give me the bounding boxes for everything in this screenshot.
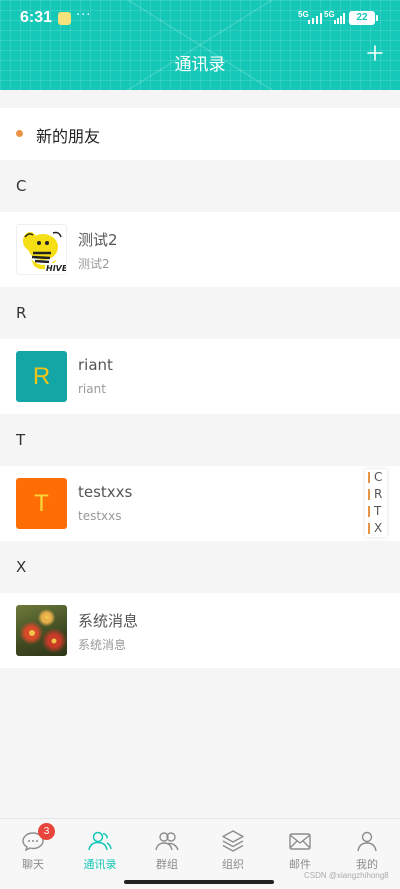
status-time: 6:31 (20, 9, 53, 26)
index-letter-r[interactable]: R (365, 486, 387, 503)
page-title: 通讯录 (174, 55, 226, 75)
tab-label: 我的 (356, 858, 378, 871)
contact-subtitle: riant (78, 382, 106, 396)
contact-list: 新的朋友 C HIVE 测试2 测试2 R R riant riant T T … (0, 108, 400, 668)
tab-profile[interactable]: 我的 (334, 829, 400, 872)
tab-label: 组织 (222, 858, 244, 871)
letter-avatar: R (16, 351, 67, 402)
app-notification-icon (58, 12, 71, 25)
svg-text:HIVE: HIVE (46, 264, 67, 273)
tab-chat[interactable]: 聊天 3 (0, 823, 66, 872)
status-bar: 6:31 ··· 5G 5G 22 (0, 0, 400, 36)
contact-name: riant (78, 356, 113, 374)
contact-item[interactable]: 系统消息 系统消息 (0, 593, 400, 668)
app-header: 6:31 ··· 5G 5G 22 通讯录 (0, 0, 400, 90)
letter-avatar: T (16, 478, 67, 529)
flower-photo-image (29, 615, 57, 644)
signal-icon (308, 13, 322, 24)
section-header-x: X (0, 541, 400, 593)
unread-badge: 3 (38, 823, 55, 840)
group-icon (155, 832, 179, 851)
home-indicator[interactable] (124, 880, 274, 884)
tab-contacts[interactable]: 通讯录 (67, 829, 133, 872)
index-letter-c[interactable]: C (365, 469, 387, 486)
battery-indicator: 22 (349, 11, 378, 25)
contact-item[interactable]: T testxxs testxxs (0, 466, 400, 541)
contact-name: testxxs (78, 483, 133, 501)
hive-logo-image: HIVE (23, 231, 67, 273)
contact-item[interactable]: HIVE 测试2 测试2 (0, 212, 400, 287)
profile-icon (357, 831, 377, 852)
index-letter-t[interactable]: T (365, 503, 387, 520)
plus-icon (367, 45, 383, 61)
mail-icon (289, 833, 311, 850)
section-header-c: C (0, 160, 400, 212)
signal-icon-2 (334, 13, 346, 24)
tab-mail[interactable]: 邮件 (267, 829, 333, 872)
new-friends-dot-icon (16, 130, 23, 137)
layers-icon (222, 830, 244, 852)
tab-label: 通讯录 (83, 858, 117, 871)
tab-label: 群组 (156, 858, 178, 871)
tab-organization[interactable]: 组织 (200, 829, 266, 872)
more-notifications-icon: ··· (76, 8, 92, 23)
flower-photo-avatar (16, 605, 67, 656)
alphabet-index-bar: C R T X (365, 469, 387, 537)
section-header-r: R (0, 287, 400, 339)
contact-subtitle: 系统消息 (78, 638, 127, 652)
index-letter-x[interactable]: X (365, 520, 387, 537)
add-contact-button[interactable] (362, 40, 388, 66)
new-friends-item[interactable]: 新的朋友 (0, 108, 400, 160)
tab-label: 聊天 (22, 858, 44, 871)
contacts-icon (88, 831, 112, 851)
tab-label: 邮件 (289, 858, 311, 871)
new-friends-label: 新的朋友 (36, 127, 101, 146)
contact-subtitle: 测试2 (78, 257, 110, 271)
tab-groups[interactable]: 群组 (134, 829, 200, 872)
hive-logo-avatar: HIVE (16, 224, 67, 275)
contact-subtitle: testxxs (78, 509, 122, 523)
contact-item[interactable]: R riant riant (0, 339, 400, 414)
contact-name: 测试2 (78, 231, 118, 249)
section-header-t: T (0, 414, 400, 466)
contact-name: 系统消息 (78, 612, 139, 630)
watermark-text: CSDN @xiangzhihong8 (304, 871, 389, 880)
